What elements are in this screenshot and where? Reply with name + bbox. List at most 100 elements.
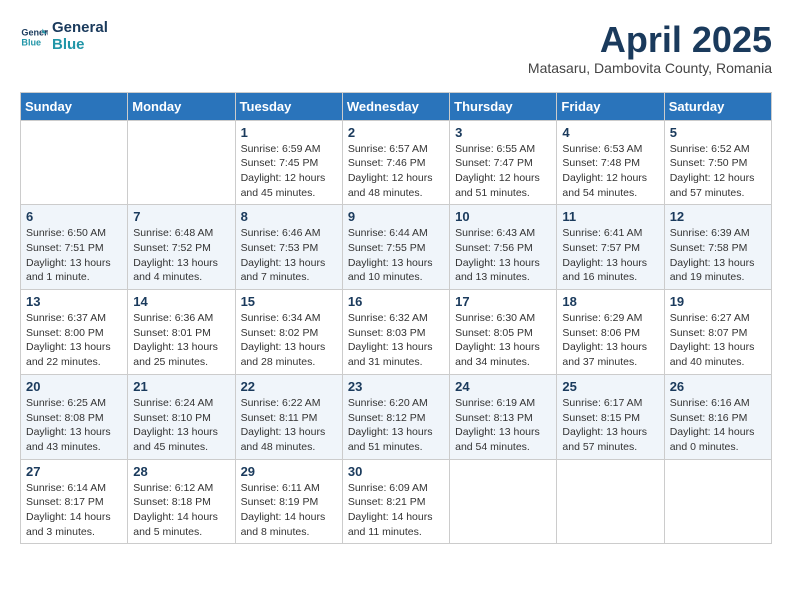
- calendar-week-row: 6Sunrise: 6:50 AMSunset: 7:51 PMDaylight…: [21, 205, 772, 290]
- daylight-text: Daylight: 13 hours and 34 minutes.: [455, 340, 551, 369]
- weekday-header: Monday: [128, 92, 235, 120]
- daylight-text: Daylight: 14 hours and 11 minutes.: [348, 510, 444, 539]
- daylight-text: Daylight: 13 hours and 51 minutes.: [348, 425, 444, 454]
- calendar-cell: [21, 120, 128, 205]
- day-info: Sunrise: 6:50 AMSunset: 7:51 PMDaylight:…: [26, 226, 122, 285]
- daylight-text: Daylight: 13 hours and 57 minutes.: [562, 425, 658, 454]
- day-info: Sunrise: 6:20 AMSunset: 8:12 PMDaylight:…: [348, 396, 444, 455]
- day-info: Sunrise: 6:46 AMSunset: 7:53 PMDaylight:…: [241, 226, 337, 285]
- daylight-text: Daylight: 12 hours and 45 minutes.: [241, 171, 337, 200]
- calendar-cell: [557, 459, 664, 544]
- sunset-text: Sunset: 8:06 PM: [562, 326, 658, 341]
- day-info: Sunrise: 6:39 AMSunset: 7:58 PMDaylight:…: [670, 226, 766, 285]
- sunset-text: Sunset: 8:00 PM: [26, 326, 122, 341]
- day-number: 26: [670, 379, 766, 394]
- sunrise-text: Sunrise: 6:41 AM: [562, 226, 658, 241]
- sunrise-text: Sunrise: 6:37 AM: [26, 311, 122, 326]
- sunset-text: Sunset: 7:57 PM: [562, 241, 658, 256]
- calendar-cell: 3Sunrise: 6:55 AMSunset: 7:47 PMDaylight…: [450, 120, 557, 205]
- day-info: Sunrise: 6:27 AMSunset: 8:07 PMDaylight:…: [670, 311, 766, 370]
- day-info: Sunrise: 6:11 AMSunset: 8:19 PMDaylight:…: [241, 481, 337, 540]
- calendar-cell: 8Sunrise: 6:46 AMSunset: 7:53 PMDaylight…: [235, 205, 342, 290]
- sunrise-text: Sunrise: 6:55 AM: [455, 142, 551, 157]
- calendar-table: SundayMondayTuesdayWednesdayThursdayFrid…: [20, 92, 772, 545]
- sunrise-text: Sunrise: 6:57 AM: [348, 142, 444, 157]
- daylight-text: Daylight: 13 hours and 40 minutes.: [670, 340, 766, 369]
- weekday-header: Wednesday: [342, 92, 449, 120]
- sunrise-text: Sunrise: 6:52 AM: [670, 142, 766, 157]
- logo: General Blue General Blue: [20, 20, 108, 53]
- sunset-text: Sunset: 8:15 PM: [562, 411, 658, 426]
- sunset-text: Sunset: 7:52 PM: [133, 241, 229, 256]
- weekday-header-row: SundayMondayTuesdayWednesdayThursdayFrid…: [21, 92, 772, 120]
- sunrise-text: Sunrise: 6:44 AM: [348, 226, 444, 241]
- calendar-cell: [664, 459, 771, 544]
- day-number: 13: [26, 294, 122, 309]
- weekday-header: Sunday: [21, 92, 128, 120]
- daylight-text: Daylight: 13 hours and 19 minutes.: [670, 256, 766, 285]
- sunset-text: Sunset: 7:46 PM: [348, 156, 444, 171]
- daylight-text: Daylight: 12 hours and 48 minutes.: [348, 171, 444, 200]
- sunset-text: Sunset: 7:48 PM: [562, 156, 658, 171]
- sunrise-text: Sunrise: 6:59 AM: [241, 142, 337, 157]
- title-block: April 2025 Matasaru, Dambovita County, R…: [528, 20, 772, 76]
- calendar-cell: 2 Sunrise: 6:57 AMSunset: 7:46 PMDaylight…: [342, 120, 449, 205]
- calendar-cell: 18Sunrise: 6:29 AMSunset: 8:06 PMDayligh…: [557, 290, 664, 375]
- daylight-text: Daylight: 13 hours and 4 minutes.: [133, 256, 229, 285]
- sunset-text: Sunset: 7:56 PM: [455, 241, 551, 256]
- day-info: Sunrise: 6:41 AMSunset: 7:57 PMDaylight:…: [562, 226, 658, 285]
- weekday-header: Thursday: [450, 92, 557, 120]
- calendar-cell: 10Sunrise: 6:43 AMSunset: 7:56 PMDayligh…: [450, 205, 557, 290]
- daylight-text: Daylight: 13 hours and 28 minutes.: [241, 340, 337, 369]
- daylight-text: Daylight: 13 hours and 48 minutes.: [241, 425, 337, 454]
- day-number: 5: [670, 125, 766, 140]
- day-number: 2: [348, 125, 444, 140]
- day-info: Sunrise: 6:16 AMSunset: 8:16 PMDaylight:…: [670, 396, 766, 455]
- sunset-text: Sunset: 8:19 PM: [241, 495, 337, 510]
- sunset-text: Sunset: 7:53 PM: [241, 241, 337, 256]
- calendar-cell: 16Sunrise: 6:32 AMSunset: 8:03 PMDayligh…: [342, 290, 449, 375]
- sunrise-text: Sunrise: 6:17 AM: [562, 396, 658, 411]
- daylight-text: Daylight: 14 hours and 3 minutes.: [26, 510, 122, 539]
- sunrise-text: Sunrise: 6:43 AM: [455, 226, 551, 241]
- calendar-cell: 14Sunrise: 6:36 AMSunset: 8:01 PMDayligh…: [128, 290, 235, 375]
- sunset-text: Sunset: 8:01 PM: [133, 326, 229, 341]
- daylight-text: Daylight: 13 hours and 16 minutes.: [562, 256, 658, 285]
- day-info: Sunrise: 6:22 AMSunset: 8:11 PMDaylight:…: [241, 396, 337, 455]
- sunrise-text: Sunrise: 6:48 AM: [133, 226, 229, 241]
- daylight-text: Daylight: 13 hours and 45 minutes.: [133, 425, 229, 454]
- daylight-text: Daylight: 13 hours and 10 minutes.: [348, 256, 444, 285]
- day-number: 3: [455, 125, 551, 140]
- sunset-text: Sunset: 8:11 PM: [241, 411, 337, 426]
- day-info: Sunrise: 6:14 AMSunset: 8:17 PMDaylight:…: [26, 481, 122, 540]
- day-number: 24: [455, 379, 551, 394]
- calendar-cell: 27 Sunrise: 6:14 AMSunset: 8:17 PMDayligh…: [21, 459, 128, 544]
- calendar-cell: [128, 120, 235, 205]
- sunrise-text: Sunrise: 6:53 AM: [562, 142, 658, 157]
- calendar-cell: 13Sunrise: 6:37 AMSunset: 8:00 PMDayligh…: [21, 290, 128, 375]
- calendar-week-row: 27 Sunrise: 6:14 AMSunset: 8:17 PMDayligh…: [21, 459, 772, 544]
- day-number: 22: [241, 379, 337, 394]
- calendar-cell: 19Sunrise: 6:27 AMSunset: 8:07 PMDayligh…: [664, 290, 771, 375]
- page-header: General Blue General Blue April 2025 Mat…: [20, 20, 772, 76]
- calendar-cell: 24Sunrise: 6:19 AMSunset: 8:13 PMDayligh…: [450, 374, 557, 459]
- day-info: Sunrise: 6:59 AMSunset: 7:45 PMDaylight:…: [241, 142, 337, 201]
- sunrise-text: Sunrise: 6:25 AM: [26, 396, 122, 411]
- logo-line2: Blue: [52, 37, 108, 54]
- sunrise-text: Sunrise: 6:09 AM: [348, 481, 444, 496]
- day-number: 1: [241, 125, 337, 140]
- calendar-cell: 29Sunrise: 6:11 AMSunset: 8:19 PMDayligh…: [235, 459, 342, 544]
- calendar-cell: 15Sunrise: 6:34 AMSunset: 8:02 PMDayligh…: [235, 290, 342, 375]
- daylight-text: Daylight: 13 hours and 1 minute.: [26, 256, 122, 285]
- sunrise-text: Sunrise: 6:30 AM: [455, 311, 551, 326]
- sunset-text: Sunset: 8:12 PM: [348, 411, 444, 426]
- calendar-cell: 22 Sunrise: 6:22 AMSunset: 8:11 PMDayligh…: [235, 374, 342, 459]
- day-number: 27: [26, 464, 122, 479]
- daylight-text: Daylight: 12 hours and 51 minutes.: [455, 171, 551, 200]
- calendar-cell: 12 Sunrise: 6:39 AMSunset: 7:58 PMDayligh…: [664, 205, 771, 290]
- sunset-text: Sunset: 8:03 PM: [348, 326, 444, 341]
- logo-icon: General Blue: [20, 23, 48, 51]
- weekday-header: Saturday: [664, 92, 771, 120]
- day-number: 12: [670, 209, 766, 224]
- sunset-text: Sunset: 8:05 PM: [455, 326, 551, 341]
